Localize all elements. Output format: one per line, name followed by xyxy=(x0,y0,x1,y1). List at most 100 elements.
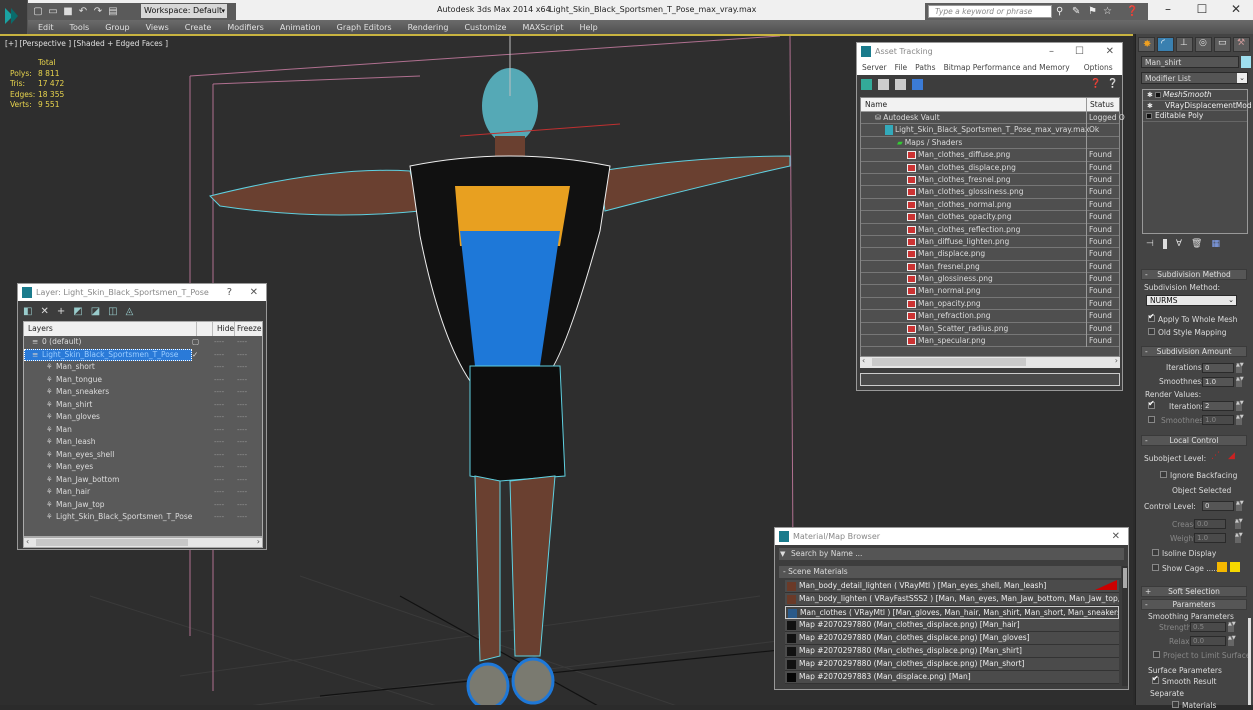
hide-toggle[interactable]: ---- xyxy=(214,336,224,349)
hide-toggle[interactable]: ---- xyxy=(214,449,224,462)
show-end-result-icon[interactable] xyxy=(1162,239,1167,249)
layer-dialog-title-bar[interactable]: Layer: Light_Skin_Black_Sportsmen_T_Pose… xyxy=(18,284,266,301)
render-iterations-checkbox[interactable] xyxy=(1148,399,1155,409)
minimize-button[interactable]: – xyxy=(1151,0,1185,20)
asset-menu-server[interactable]: Server xyxy=(862,60,887,75)
display-tab-icon[interactable]: ▭ xyxy=(1214,37,1231,52)
render-smoothness-spinner[interactable]: 1.0 xyxy=(1202,415,1234,425)
asset-row[interactable]: Man_Scatter_radius.png Found xyxy=(861,322,1119,336)
asset-row[interactable]: Man_clothes_diffuse.png Found xyxy=(861,149,1119,162)
soft-selection-rollout[interactable]: + Soft Selection xyxy=(1141,586,1247,597)
freeze-toggle[interactable]: ---- xyxy=(237,511,247,524)
smoothness-spinner[interactable]: 1.0 xyxy=(1202,377,1234,387)
freeze-toggle[interactable]: ---- xyxy=(237,449,247,462)
open-file-icon[interactable]: ▭ xyxy=(47,6,59,18)
expand-icon[interactable] xyxy=(1155,92,1161,98)
spinner-arrows[interactable]: ▲▼ xyxy=(1228,636,1236,646)
viewport-label[interactable]: [+] [Perspective ] [Shaded + Edged Faces… xyxy=(5,39,168,48)
workspace-dropdown[interactable]: Workspace: Default ▾ xyxy=(141,4,227,18)
make-unique-icon[interactable]: ∀ xyxy=(1176,239,1182,249)
ignore-backfacing-checkbox[interactable] xyxy=(1160,471,1167,478)
asset-row[interactable]: Man_opacity.png Found xyxy=(861,297,1119,311)
material-row[interactable]: Map #2070297880 (Man_clothes_displace.pn… xyxy=(785,619,1119,632)
subdivision-method-rollout[interactable]: - Subdivision Method xyxy=(1141,269,1247,280)
layer-row[interactable]: ≡ Light_Skin_Black_Sportsmen_T_Pose ✓ ---- -… xyxy=(24,348,262,362)
hide-toggle[interactable]: ---- xyxy=(214,361,224,374)
vertical-scrollbar[interactable] xyxy=(1122,566,1128,686)
asset-row[interactable]: ⛁ Autodesk Vault Logged O xyxy=(861,112,1125,125)
menu-graph-editors[interactable]: Graph Editors xyxy=(337,23,392,32)
detail-view-icon[interactable] xyxy=(895,79,906,90)
material-browser-title-bar[interactable]: Material/Map Browser ✕ xyxy=(775,528,1128,545)
object-color-swatch[interactable] xyxy=(1241,56,1251,68)
spinner-arrows[interactable]: ▲▼ xyxy=(1236,377,1244,387)
freeze-toggle[interactable]: ---- xyxy=(237,361,247,374)
highlight-layer-icon[interactable]: ◪ xyxy=(91,306,100,317)
crease-spinner[interactable]: 0.0 xyxy=(1194,519,1226,529)
freeze-toggle[interactable]: ---- xyxy=(237,411,247,424)
asset-row[interactable]: Man_glossiness.png Found xyxy=(861,273,1119,286)
freeze-toggle[interactable]: ---- xyxy=(237,399,247,412)
search-input[interactable]: Type a keyword or phrase xyxy=(928,5,1052,18)
lightbulb-icon[interactable]: ✱ xyxy=(1147,101,1153,112)
modifier-stack-item[interactable]: Editable Poly xyxy=(1143,111,1247,122)
menu-customize[interactable]: Customize xyxy=(464,23,506,32)
layer-row[interactable]: ⚘ Light_Skin_Black_Sportsmen_T_Pose ---- --… xyxy=(24,511,262,524)
menu-rendering[interactable]: Rendering xyxy=(408,23,449,32)
material-row[interactable]: Map #2070297880 (Man_clothes_displace.pn… xyxy=(785,658,1119,671)
binoculars-icon[interactable]: ⚲ xyxy=(1056,6,1063,17)
minimize-button[interactable]: – xyxy=(1049,43,1054,60)
freeze-toggle[interactable]: ---- xyxy=(237,499,247,512)
column-layers[interactable]: Layers xyxy=(28,322,53,336)
project-limit-checkbox[interactable] xyxy=(1153,651,1160,658)
vault-help-icon[interactable]: ❓ xyxy=(1090,79,1101,89)
scene-materials-group[interactable]: - Scene Materials xyxy=(779,566,1121,578)
layer-row[interactable]: ⚘ Man_Jaw_bottom ---- ---- xyxy=(24,474,262,487)
old-style-mapping-checkbox[interactable] xyxy=(1148,328,1155,335)
render-smoothness-checkbox[interactable] xyxy=(1148,416,1155,423)
column-name[interactable]: Name xyxy=(865,98,887,112)
freeze-toggle[interactable]: ---- xyxy=(237,486,247,499)
freeze-toggle[interactable]: ---- xyxy=(237,374,247,387)
freeze-toggle[interactable]: ---- xyxy=(237,349,247,362)
column-freeze[interactable]: Freeze xyxy=(234,322,261,336)
layer-row[interactable]: ⚘ Man_sneakers ---- ---- xyxy=(24,386,262,399)
lightbulb-icon[interactable]: ✱ xyxy=(1147,90,1153,101)
gizmo-x-axis[interactable] xyxy=(459,123,621,137)
column-hide[interactable]: Hide xyxy=(212,322,234,336)
save-icon[interactable]: ■ xyxy=(62,6,74,18)
menu-tools[interactable]: Tools xyxy=(70,23,90,32)
horizontal-scrollbar[interactable]: ‹ › xyxy=(860,356,1120,368)
layer-row[interactable]: ⚘ Man_hair ---- ---- xyxy=(24,486,262,499)
material-row[interactable]: Map #2070297883 (Man_displace.png) [Man] xyxy=(785,671,1119,684)
redo-icon[interactable]: ↷ xyxy=(92,6,104,18)
list-view-icon[interactable] xyxy=(878,79,889,90)
asset-help-icon[interactable]: ❔ xyxy=(1107,79,1118,89)
project-folder-icon[interactable]: ▤ xyxy=(107,6,119,18)
spinner-arrows[interactable]: ▲▼ xyxy=(1236,401,1244,411)
material-search-input[interactable]: Search by Name ... xyxy=(779,548,1124,560)
menu-help[interactable]: Help xyxy=(580,23,598,32)
freeze-toggle[interactable]: ---- xyxy=(237,386,247,399)
freeze-toggle[interactable]: ---- xyxy=(237,336,247,349)
modify-tab-icon[interactable]: ◜ xyxy=(1157,37,1174,52)
table-view-icon[interactable] xyxy=(912,79,923,90)
hide-toggle[interactable]: ---- xyxy=(214,399,224,412)
close-button[interactable]: ✕ xyxy=(250,284,258,301)
hide-toggle[interactable]: ---- xyxy=(214,461,224,474)
asset-path-field[interactable] xyxy=(860,373,1120,386)
create-tab-icon[interactable]: ✸ xyxy=(1138,37,1155,52)
hide-toggle[interactable]: ---- xyxy=(214,424,224,437)
hide-toggle[interactable]: ---- xyxy=(214,511,224,524)
material-row[interactable]: Man_body_detail_lighten ( VRayMtl ) [Man… xyxy=(785,580,1119,593)
iterations-spinner[interactable]: 0 xyxy=(1202,363,1234,373)
expand-icon[interactable] xyxy=(1146,113,1152,119)
close-button[interactable]: ✕ xyxy=(1219,0,1253,20)
asset-row[interactable]: Man_clothes_glossiness.png Found xyxy=(861,186,1119,199)
hide-toggle[interactable]: ---- xyxy=(214,349,224,362)
asset-row[interactable]: Man_diffuse_lighten.png Found xyxy=(861,235,1119,249)
relax-spinner[interactable]: 0.0 xyxy=(1190,636,1226,646)
spinner-arrows[interactable]: ▲▼ xyxy=(1235,533,1243,543)
spinner-arrows[interactable]: ▲▼ xyxy=(1236,415,1244,425)
modifier-stack-item[interactable]: ✱ MeshSmooth xyxy=(1143,90,1247,101)
